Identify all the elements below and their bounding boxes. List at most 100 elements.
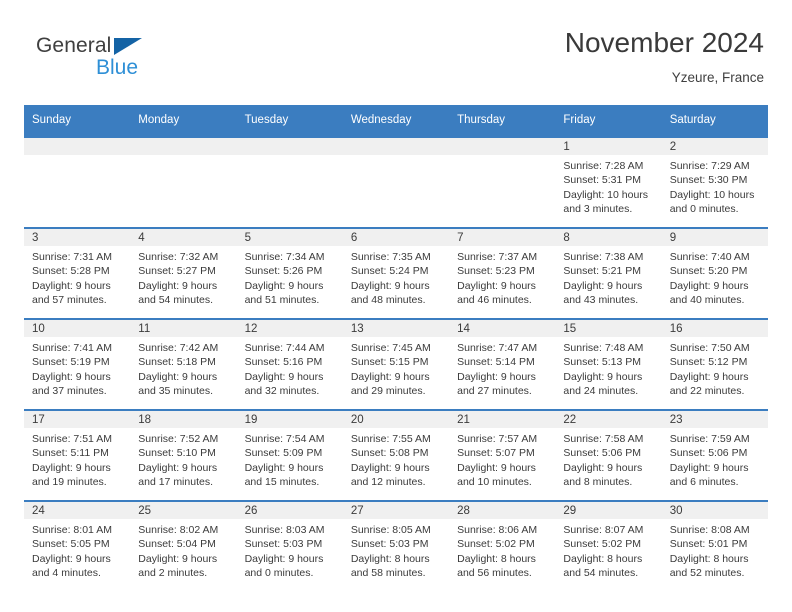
day-detail-sunrise: Sunrise: 7:58 AM — [563, 433, 644, 445]
day-cell-inner: 10 Sunrise: 7:41 AM Sunset: 5:19 PM Dayligh… — [24, 320, 131, 409]
day-detail-sunrise: Sunrise: 7:45 AM — [350, 342, 431, 354]
calendar-day-cell[interactable]: 27 Sunrise: 8:05 AM Sunset: 5:03 PM Dayligh… — [342, 500, 450, 591]
title-block: November 2024 Yzeure, France — [565, 26, 764, 88]
day-detail-daylight2: and 0 minutes. — [244, 567, 314, 580]
day-details: Sunrise: 8:02 AM Sunset: 5:04 PM Daylight:… — [130, 519, 236, 581]
day-detail-sunrise: Sunrise: 8:07 AM — [563, 524, 644, 536]
calendar-day-cell[interactable]: 24 Sunrise: 8:01 AM Sunset: 5:05 PM Dayligh… — [24, 500, 131, 591]
day-detail-daylight2: and 4 minutes. — [32, 567, 101, 580]
day-detail-sunrise: Sunrise: 7:47 AM — [457, 342, 538, 354]
day-cell-inner: 20 Sunrise: 7:55 AM Sunset: 5:08 PM Dayligh… — [342, 411, 450, 500]
brand-logo[interactable]: General Blue — [36, 34, 216, 90]
day-number: 21 — [449, 411, 556, 428]
day-detail-sunrise: Sunrise: 7:42 AM — [138, 342, 219, 354]
day-cell-inner: 6 Sunrise: 7:35 AM Sunset: 5:24 PM Daylight… — [342, 229, 450, 318]
calendar-day-cell[interactable]: 3 Sunrise: 7:31 AM Sunset: 5:28 PM Daylight… — [24, 227, 131, 319]
day-cell-inner: 23 Sunrise: 7:59 AM Sunset: 5:06 PM Dayligh… — [661, 411, 768, 500]
calendar-day-cell[interactable]: 6 Sunrise: 7:35 AM Sunset: 5:24 PM Daylight… — [342, 227, 450, 319]
calendar-day-cell[interactable]: 16 Sunrise: 7:50 AM Sunset: 5:12 PM Dayligh… — [661, 318, 768, 410]
calendar-day-cell[interactable]: 5 Sunrise: 7:34 AM Sunset: 5:26 PM Daylight… — [236, 227, 343, 319]
day-number: 14 — [449, 320, 556, 337]
calendar-day-cell[interactable]: 22 Sunrise: 7:58 AM Sunset: 5:06 PM Dayligh… — [555, 409, 662, 501]
day-detail-daylight1: Daylight: 9 hours — [350, 279, 430, 292]
calendar-day-cell[interactable] — [130, 136, 237, 228]
day-number: 15 — [555, 320, 662, 337]
calendar-day-cell[interactable]: 23 Sunrise: 7:59 AM Sunset: 5:06 PM Dayligh… — [661, 409, 768, 501]
calendar-day-cell[interactable]: 14 Sunrise: 7:47 AM Sunset: 5:14 PM Dayligh… — [449, 318, 556, 410]
calendar-day-cell[interactable] — [236, 136, 343, 228]
calendar-day-cell[interactable]: 25 Sunrise: 8:02 AM Sunset: 5:04 PM Dayligh… — [130, 500, 237, 591]
day-number: 18 — [130, 411, 237, 428]
calendar-day-cell[interactable]: 17 Sunrise: 7:51 AM Sunset: 5:11 PM Dayligh… — [24, 409, 131, 501]
day-detail-daylight2: and 48 minutes. — [350, 294, 426, 307]
calendar-day-cell[interactable]: 1 Sunrise: 7:28 AM Sunset: 5:31 PM Daylight… — [555, 136, 662, 228]
calendar-day-cell[interactable]: 10 Sunrise: 7:41 AM Sunset: 5:19 PM Dayligh… — [24, 318, 131, 410]
day-detail-daylight2: and 8 minutes. — [563, 476, 633, 489]
calendar-day-cell[interactable]: 28 Sunrise: 8:06 AM Sunset: 5:02 PM Dayligh… — [449, 500, 556, 591]
day-detail-daylight1: Daylight: 8 hours — [457, 552, 536, 565]
day-detail-sunset: Sunset: 5:21 PM — [563, 265, 642, 278]
calendar-day-cell[interactable]: 7 Sunrise: 7:37 AM Sunset: 5:23 PM Daylight… — [449, 227, 556, 319]
day-cell-inner: 24 Sunrise: 8:01 AM Sunset: 5:05 PM Dayligh… — [24, 502, 131, 591]
day-cell-inner: 1 Sunrise: 7:28 AM Sunset: 5:31 PM Daylight… — [555, 138, 662, 227]
day-detail-sunrise: Sunrise: 8:03 AM — [244, 524, 325, 536]
day-number: 29 — [555, 502, 662, 519]
calendar-day-cell[interactable]: 15 Sunrise: 7:48 AM Sunset: 5:13 PM Dayligh… — [555, 318, 662, 410]
calendar-day-cell[interactable]: 30 Sunrise: 8:08 AM Sunset: 5:01 PM Dayligh… — [661, 500, 768, 591]
calendar-day-cell[interactable]: 11 Sunrise: 7:42 AM Sunset: 5:18 PM Dayligh… — [130, 318, 237, 410]
day-detail-sunset: Sunset: 5:07 PM — [457, 447, 535, 460]
calendar-day-cell[interactable] — [24, 136, 131, 228]
day-cell-inner — [24, 138, 131, 227]
day-details: Sunrise: 7:31 AM Sunset: 5:28 PM Daylight:… — [24, 246, 130, 308]
calendar-day-cell[interactable]: 29 Sunrise: 8:07 AM Sunset: 5:02 PM Dayligh… — [555, 500, 662, 591]
calendar-week-row: 24 Sunrise: 8:01 AM Sunset: 5:05 PM Dayligh… — [24, 500, 768, 591]
day-details: Sunrise: 7:52 AM Sunset: 5:10 PM Daylight:… — [130, 428, 236, 490]
day-detail-daylight2: and 24 minutes. — [563, 385, 639, 398]
calendar-day-cell[interactable]: 2 Sunrise: 7:29 AM Sunset: 5:30 PM Daylight… — [661, 136, 768, 228]
calendar-day-cell[interactable]: 26 Sunrise: 8:03 AM Sunset: 5:03 PM Dayligh… — [236, 500, 343, 591]
day-cell-inner: 15 Sunrise: 7:48 AM Sunset: 5:13 PM Dayligh… — [555, 320, 662, 409]
calendar-day-cell[interactable]: 21 Sunrise: 7:57 AM Sunset: 5:07 PM Dayligh… — [449, 409, 556, 501]
day-details: Sunrise: 7:35 AM Sunset: 5:24 PM Daylight:… — [343, 246, 449, 308]
day-detail-sunset: Sunset: 5:20 PM — [669, 265, 748, 278]
calendar-day-cell[interactable]: 13 Sunrise: 7:45 AM Sunset: 5:15 PM Dayligh… — [342, 318, 450, 410]
calendar-day-cell[interactable]: 9 Sunrise: 7:40 AM Sunset: 5:20 PM Daylight… — [661, 227, 768, 319]
day-detail-sunset: Sunset: 5:01 PM — [669, 538, 748, 551]
weekday-header-wednesday: Wednesday — [342, 105, 450, 137]
day-detail-daylight2: and 15 minutes. — [244, 476, 320, 489]
calendar-day-cell[interactable]: 12 Sunrise: 7:44 AM Sunset: 5:16 PM Dayligh… — [236, 318, 343, 410]
day-detail-daylight2: and 10 minutes. — [457, 476, 532, 489]
day-detail-sunset: Sunset: 5:15 PM — [350, 356, 429, 369]
day-detail-daylight2: and 29 minutes. — [350, 385, 426, 398]
day-detail-daylight1: Daylight: 8 hours — [669, 552, 749, 565]
calendar-day-cell[interactable]: 8 Sunrise: 7:38 AM Sunset: 5:21 PM Daylight… — [555, 227, 662, 319]
day-number: 22 — [555, 411, 662, 428]
brand-name-blue: Blue — [96, 56, 139, 79]
day-detail-sunrise: Sunrise: 7:38 AM — [563, 251, 644, 263]
day-detail-sunset: Sunset: 5:02 PM — [563, 538, 642, 551]
calendar-day-cell[interactable]: 18 Sunrise: 7:52 AM Sunset: 5:10 PM Dayligh… — [130, 409, 237, 501]
day-number: 30 — [661, 502, 768, 519]
day-detail-daylight1: Daylight: 9 hours — [244, 552, 324, 565]
calendar-day-cell[interactable] — [342, 136, 450, 228]
day-detail-sunrise: Sunrise: 7:52 AM — [138, 433, 219, 445]
day-detail-sunset: Sunset: 5:27 PM — [138, 265, 216, 278]
location-subtitle: Yzeure, France — [671, 70, 764, 85]
calendar-day-cell[interactable]: 4 Sunrise: 7:32 AM Sunset: 5:27 PM Daylight… — [130, 227, 237, 319]
day-detail-sunrise: Sunrise: 7:50 AM — [669, 342, 750, 354]
day-detail-sunrise: Sunrise: 7:44 AM — [244, 342, 325, 354]
day-detail-sunrise: Sunrise: 7:59 AM — [669, 433, 750, 445]
day-cell-inner: 16 Sunrise: 7:50 AM Sunset: 5:12 PM Dayligh… — [661, 320, 768, 409]
day-detail-daylight2: and 51 minutes. — [244, 294, 320, 307]
day-detail-daylight1: Daylight: 9 hours — [669, 279, 749, 292]
day-detail-sunrise: Sunrise: 7:32 AM — [138, 251, 219, 263]
calendar-day-cell[interactable]: 19 Sunrise: 7:54 AM Sunset: 5:09 PM Dayligh… — [236, 409, 343, 501]
calendar-week-row: 1 Sunrise: 7:28 AM Sunset: 5:31 PM Daylight… — [24, 136, 768, 228]
day-number: 23 — [661, 411, 768, 428]
day-cell-inner: 4 Sunrise: 7:32 AM Sunset: 5:27 PM Daylight… — [130, 229, 237, 318]
calendar-day-cell[interactable] — [449, 136, 556, 228]
day-detail-sunrise: Sunrise: 8:05 AM — [350, 524, 431, 536]
calendar-day-cell[interactable]: 20 Sunrise: 7:55 AM Sunset: 5:08 PM Dayligh… — [342, 409, 450, 501]
day-cell-inner: 18 Sunrise: 7:52 AM Sunset: 5:10 PM Dayligh… — [130, 411, 237, 500]
day-detail-sunrise: Sunrise: 7:31 AM — [32, 251, 112, 263]
